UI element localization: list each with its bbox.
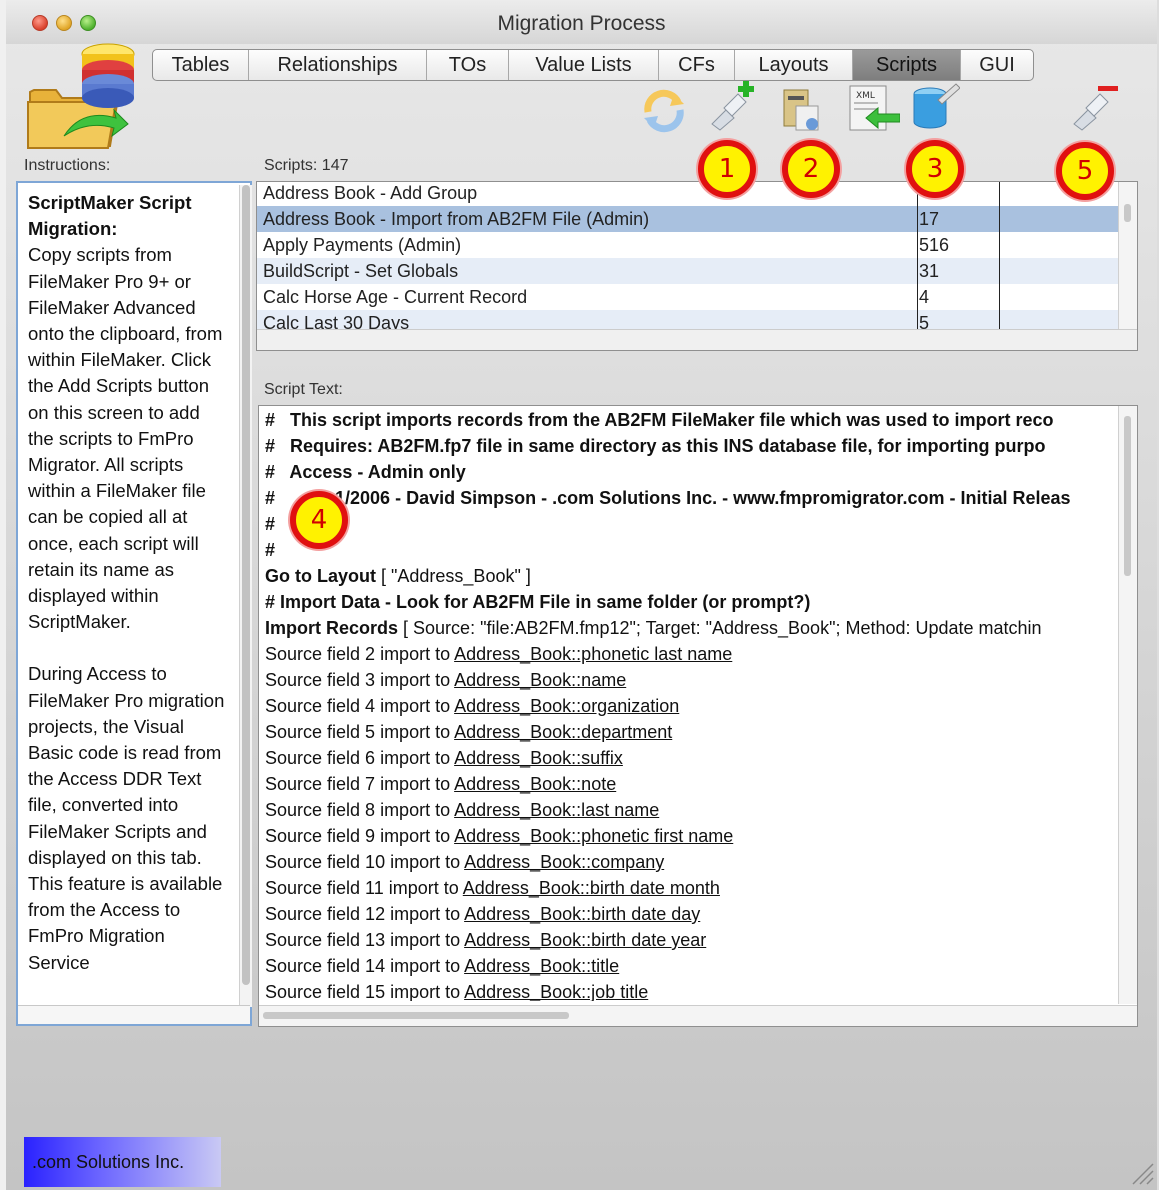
script-comment-line: # Requires: AB2FM.fp7 file in same direc… xyxy=(265,436,1046,456)
script-text-hscroll-thumb[interactable] xyxy=(263,1012,569,1019)
instructions-title: ScriptMaker Script Migration: xyxy=(28,192,192,240)
column-divider[interactable] xyxy=(917,182,918,330)
instructions-scrollbar[interactable] xyxy=(239,185,252,1007)
script-comment-line: # xyxy=(265,514,276,534)
tab-gui[interactable]: GUI xyxy=(961,50,1033,80)
scripts-list[interactable]: Address Book - Add Group Address Book - … xyxy=(256,181,1138,351)
callout-3: 3 xyxy=(906,140,964,198)
script-comment-line: # xyxy=(265,540,276,560)
import-field-line: Source field 13 import to Address_Book::… xyxy=(265,930,707,950)
import-field-line: Source field 6 import to Address_Book::s… xyxy=(265,748,623,768)
script-comment-line: # Access - Admin only xyxy=(265,462,466,482)
instructions-scroll-thumb[interactable] xyxy=(242,185,250,985)
script-row-selected[interactable]: Address Book - Import from AB2FM File (A… xyxy=(257,206,1119,232)
script-comment-line: # This script imports records from the A… xyxy=(265,410,1054,430)
import-field-line: Source field 14 import to Address_Book::… xyxy=(265,956,620,976)
tab-tos[interactable]: TOs xyxy=(427,50,509,80)
instructions-hscrollbar[interactable] xyxy=(18,1005,250,1024)
script-row[interactable]: Calc Last 30 Days 5 xyxy=(257,310,1119,330)
column-divider[interactable] xyxy=(999,182,1000,330)
callout-4: 4 xyxy=(290,491,348,549)
svg-text:XML: XML xyxy=(856,91,875,101)
scripts-hscrollbar[interactable] xyxy=(257,329,1137,350)
company-label[interactable]: .com Solutions Inc. xyxy=(24,1137,221,1187)
window-title: Migration Process xyxy=(497,12,666,35)
script-step-goto-layout: Go to Layout [ "Address_Book" ] xyxy=(265,566,531,586)
refresh-icon[interactable] xyxy=(638,84,690,136)
script-text-area[interactable]: # This script imports records from the A… xyxy=(258,405,1138,1027)
tab-bar: Tables Relationships TOs Value Lists CFs… xyxy=(152,49,1034,81)
script-text-scroll-thumb[interactable] xyxy=(1124,416,1131,576)
title-bar: Migration Process xyxy=(6,0,1157,44)
instructions-body-2: During Access to FileMaker Pro migration… xyxy=(28,663,225,973)
import-field-line: Source field 7 import to Address_Book::n… xyxy=(265,774,617,794)
callout-5: 5 xyxy=(1056,142,1114,200)
instructions-panel[interactable]: ScriptMaker Script Migration: Copy scrip… xyxy=(16,181,252,1026)
tab-tables[interactable]: Tables xyxy=(153,50,249,80)
import-field-line: Source field 9 import to Address_Book::p… xyxy=(265,826,734,846)
instructions-body-1: Copy scripts from FileMaker Pro 9+ or Fi… xyxy=(28,244,223,633)
import-field-line: Source field 11 import to Address_Book::… xyxy=(265,878,720,898)
import-field-line: Source field 12 import to Address_Book::… xyxy=(265,904,701,924)
instructions-label: Instructions: xyxy=(24,157,111,174)
database-edit-icon[interactable] xyxy=(908,80,960,132)
scripts-scroll-thumb[interactable] xyxy=(1124,204,1131,222)
import-field-line: Source field 8 import to Address_Book::l… xyxy=(265,800,660,820)
script-row[interactable]: BuildScript - Set Globals 31 xyxy=(257,258,1119,284)
tab-relationships[interactable]: Relationships xyxy=(249,50,427,80)
import-field-line: Source field 15 import to Address_Book::… xyxy=(265,982,649,1001)
scripts-label: Scripts: 147 xyxy=(264,157,349,174)
callout-1: 1 xyxy=(698,140,756,198)
import-field-line: Source field 2 import to Address_Book::p… xyxy=(265,644,733,664)
script-comment-line: #1/2006 - David Simpson - .com Solutions… xyxy=(265,488,1071,508)
tab-value-lists[interactable]: Value Lists xyxy=(509,50,659,80)
tab-scripts[interactable]: Scripts xyxy=(853,50,961,80)
instructions-text: ScriptMaker Script Migration: Copy scrip… xyxy=(28,190,228,976)
tab-layouts[interactable]: Layouts xyxy=(735,50,853,80)
copy-script-icon[interactable] xyxy=(778,84,830,136)
script-step-import-records: Import Records [ Source: "file:AB2FM.fmp… xyxy=(265,618,1042,638)
import-field-line: Source field 10 import to Address_Book::… xyxy=(265,852,665,872)
script-text-scrollbar[interactable] xyxy=(1118,406,1137,1004)
remove-script-icon[interactable] xyxy=(1066,80,1118,132)
export-xml-icon[interactable]: XML xyxy=(848,84,900,136)
tab-cfs[interactable]: CFs xyxy=(659,50,735,80)
script-text-label: Script Text: xyxy=(264,381,343,398)
import-field-line: Source field 4 import to Address_Book::o… xyxy=(265,696,680,716)
script-comment-line: # Import Data - Look for AB2FM File in s… xyxy=(265,592,811,612)
add-scripts-icon[interactable] xyxy=(704,80,756,132)
script-row[interactable]: Apply Payments (Admin) 516 xyxy=(257,232,1119,258)
app-logo-icon xyxy=(27,43,135,149)
scripts-count: 147 xyxy=(321,157,349,174)
import-field-line: Source field 5 import to Address_Book::d… xyxy=(265,722,673,742)
callout-2: 2 xyxy=(782,140,840,198)
resize-grip-icon[interactable] xyxy=(1129,1160,1155,1186)
script-row[interactable]: Address Book - Add Group xyxy=(257,180,1119,206)
scripts-scrollbar[interactable] xyxy=(1118,182,1137,330)
script-row[interactable]: Calc Horse Age - Current Record 4 xyxy=(257,284,1119,310)
script-text-hscrollbar[interactable] xyxy=(259,1005,1137,1026)
import-field-line: Source field 3 import to Address_Book::n… xyxy=(265,670,627,690)
